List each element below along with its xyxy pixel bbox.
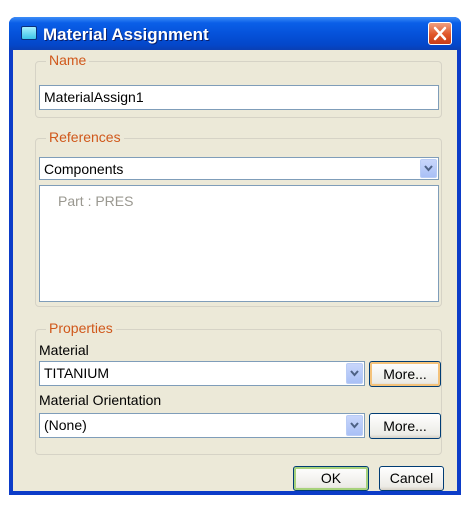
cancel-button[interactable]: Cancel [379, 466, 444, 491]
title-bar[interactable]: Material Assignment [9, 17, 461, 50]
orientation-label: Material Orientation [39, 392, 162, 408]
ok-button[interactable]: OK [293, 466, 369, 491]
name-input[interactable]: MaterialAssign1 [39, 85, 439, 110]
references-type-value: Components [44, 161, 124, 177]
name-legend: Name [46, 52, 90, 68]
references-type-dropdown[interactable]: Components [39, 157, 439, 180]
references-legend: References [46, 129, 124, 145]
material-label: Material [39, 342, 89, 358]
material-assignment-dialog: Material Assignment Name MaterialAssign1… [9, 17, 461, 495]
window-title: Material Assignment [43, 25, 209, 44]
references-list[interactable]: Part : PRES [39, 185, 439, 302]
chevron-down-icon [350, 370, 359, 377]
orientation-more-button[interactable]: More... [369, 413, 441, 439]
window-icon [21, 26, 37, 40]
orientation-dropdown-button[interactable] [346, 415, 363, 436]
references-type-dropdown-button[interactable] [420, 159, 437, 178]
material-dropdown-button[interactable] [346, 363, 363, 384]
orientation-value: (None) [44, 417, 87, 433]
properties-legend: Properties [46, 320, 116, 336]
close-icon [433, 26, 447, 41]
material-more-button[interactable]: More... [369, 361, 441, 387]
close-button[interactable] [428, 22, 452, 45]
orientation-dropdown[interactable]: (None) [39, 413, 365, 438]
reference-item[interactable]: Part : PRES [58, 193, 133, 209]
chevron-down-icon [350, 422, 359, 429]
material-value: TITANIUM [44, 365, 110, 381]
chevron-down-icon [424, 165, 433, 172]
material-dropdown[interactable]: TITANIUM [39, 361, 365, 386]
dialog-body: Name MaterialAssign1 References Componen… [13, 50, 457, 491]
